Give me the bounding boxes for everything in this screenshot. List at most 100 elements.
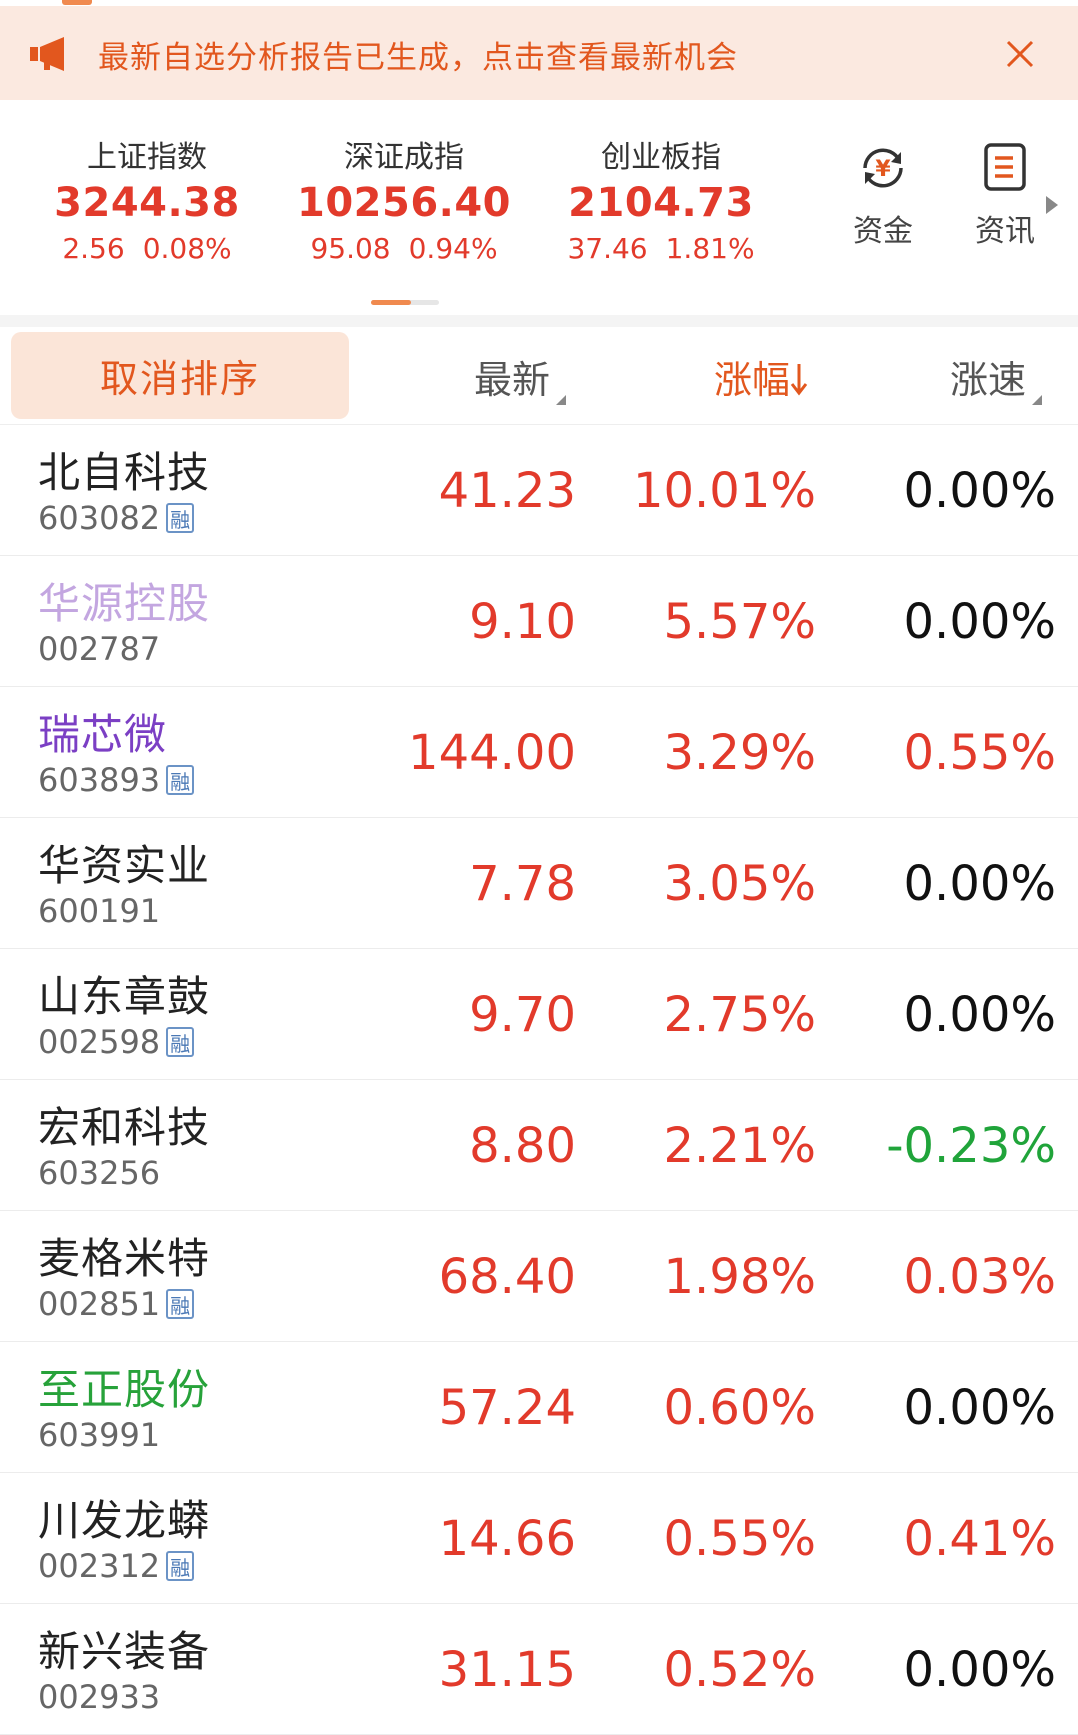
index-page-indicator — [371, 300, 439, 305]
speed-percent: 0.00% — [903, 987, 1056, 1043]
change-percent: 0.55% — [663, 1511, 816, 1567]
arrow-down-icon — [790, 364, 808, 396]
latest-price: 57.24 — [438, 1380, 576, 1436]
table-row[interactable]: 川发龙蟒 002312 融 14.66 0.55% 0.41% — [0, 1473, 1078, 1604]
column-change[interactable]: 涨幅 — [714, 349, 808, 404]
funds-shortcut[interactable]: ¥ 资金 — [838, 140, 928, 250]
index-value: 3244.38 — [54, 180, 240, 226]
stock-name: 北自科技 — [38, 448, 211, 497]
megaphone-icon — [30, 37, 64, 71]
sort-triangle-icon — [556, 395, 567, 405]
column-speed[interactable]: 涨速 — [950, 349, 1043, 405]
latest-price: 144.00 — [408, 725, 576, 781]
table-row[interactable]: 新兴装备 002933 31.15 0.52% 0.00% — [0, 1604, 1078, 1735]
banner-message: 最新自选分析报告已生成，点击查看最新机会 — [98, 40, 738, 76]
index-pct: 0.94% — [408, 232, 498, 265]
stock-name: 瑞芯微 — [38, 710, 168, 759]
section-divider — [0, 315, 1078, 327]
index-name: 深证成指 — [344, 140, 464, 175]
news-label: 资讯 — [975, 214, 1035, 249]
stock-code-line: 603991 — [38, 1416, 160, 1454]
yuan-cycle-icon: ¥ — [863, 148, 903, 188]
margin-trading-badge: 融 — [166, 1551, 195, 1581]
change-percent: 2.21% — [663, 1118, 816, 1174]
stock-name: 麦格米特 — [38, 1234, 211, 1283]
index-pct: 0.08% — [142, 232, 232, 265]
stock-code-line: 603893 融 — [38, 761, 195, 799]
scroll-right-icon[interactable] — [1046, 196, 1058, 214]
speed-percent: 0.00% — [903, 1380, 1056, 1436]
stock-code-line: 603082 融 — [38, 499, 195, 537]
stock-code-line: 002598 融 — [38, 1023, 195, 1061]
stock-name: 华资实业 — [38, 841, 211, 890]
margin-trading-badge: 融 — [166, 503, 195, 533]
index-card-sh[interactable]: 上证指数 3244.38 2.56 0.08% — [27, 132, 267, 265]
index-value: 2104.73 — [568, 180, 754, 226]
table-header: 取消排序 最新 涨幅 涨速 — [0, 327, 1078, 425]
stock-code: 603082 — [38, 499, 161, 537]
stock-code: 603991 — [38, 1416, 161, 1454]
index-name: 上证指数 — [87, 140, 207, 175]
stock-list: 北自科技 603082 融 41.23 10.01% 0.00% 华源控股 002787 9.1… — [0, 425, 1078, 1735]
table-row[interactable]: 宏和科技 603256 8.80 2.21% -0.23% — [0, 1080, 1078, 1211]
table-row[interactable]: 北自科技 603082 融 41.23 10.01% 0.00% — [0, 425, 1078, 556]
stock-code: 002851 — [38, 1285, 161, 1323]
close-icon[interactable] — [1002, 36, 1038, 72]
cancel-sort-button[interactable]: 取消排序 — [11, 332, 349, 419]
stock-name: 新兴装备 — [38, 1627, 211, 1676]
table-row[interactable]: 华源控股 002787 9.10 5.57% 0.00% — [0, 556, 1078, 687]
stock-code-line: 002933 — [38, 1678, 160, 1716]
stock-code: 002598 — [38, 1023, 161, 1061]
top-tab-indicator — [62, 0, 92, 5]
margin-trading-badge: 融 — [166, 765, 195, 795]
stock-code: 002787 — [38, 630, 161, 668]
index-change: 2.56 — [62, 232, 125, 265]
stock-name: 至正股份 — [38, 1365, 211, 1414]
change-percent: 10.01% — [632, 463, 816, 519]
index-value: 10256.40 — [296, 180, 512, 226]
column-latest-label: 最新 — [474, 358, 551, 402]
latest-price: 8.80 — [469, 1118, 576, 1174]
speed-percent: 0.55% — [903, 725, 1056, 781]
change-percent: 3.29% — [663, 725, 816, 781]
table-row[interactable]: 至正股份 603991 57.24 0.60% 0.00% — [0, 1342, 1078, 1473]
change-percent: 0.52% — [663, 1642, 816, 1698]
index-card-cyb[interactable]: 创业板指 2104.73 37.46 1.81% — [541, 132, 781, 265]
table-row[interactable]: 华资实业 600191 7.78 3.05% 0.00% — [0, 818, 1078, 949]
margin-trading-badge: 融 — [166, 1289, 195, 1319]
latest-price: 14.66 — [438, 1511, 576, 1567]
page-indicator-active — [371, 300, 411, 305]
speed-percent: -0.23% — [886, 1118, 1056, 1174]
margin-trading-badge: 融 — [166, 1027, 195, 1057]
index-name: 创业板指 — [601, 140, 721, 175]
stock-name: 川发龙蟒 — [38, 1496, 211, 1545]
stock-code: 002312 — [38, 1547, 161, 1585]
report-banner[interactable]: 最新自选分析报告已生成，点击查看最新机会 — [0, 6, 1078, 100]
stock-name: 山东章鼓 — [38, 972, 211, 1021]
column-latest[interactable]: 最新 — [474, 349, 567, 405]
stock-code: 603893 — [38, 761, 161, 799]
svg-text:¥: ¥ — [875, 157, 891, 182]
stock-code: 603256 — [38, 1154, 161, 1192]
speed-percent: 0.00% — [903, 463, 1056, 519]
column-speed-label: 涨速 — [950, 358, 1027, 402]
table-row[interactable]: 瑞芯微 603893 融 144.00 3.29% 0.55% — [0, 687, 1078, 818]
change-percent: 3.05% — [663, 856, 816, 912]
stock-code-line: 603256 — [38, 1154, 160, 1192]
table-row[interactable]: 山东章鼓 002598 融 9.70 2.75% 0.00% — [0, 949, 1078, 1080]
stock-code: 002933 — [38, 1678, 161, 1716]
index-pct: 1.81% — [665, 232, 755, 265]
table-row[interactable]: 麦格米特 002851 融 68.40 1.98% 0.03% — [0, 1211, 1078, 1342]
index-card-sz[interactable]: 深证成指 10256.40 95.08 0.94% — [284, 132, 524, 265]
latest-price: 7.78 — [469, 856, 576, 912]
stock-code-line: 002787 — [38, 630, 160, 668]
news-document-icon — [984, 143, 1026, 191]
latest-price: 41.23 — [438, 463, 576, 519]
stock-code-line: 002851 融 — [38, 1285, 195, 1323]
latest-price: 9.70 — [469, 987, 576, 1043]
stock-code-line: 600191 — [38, 892, 160, 930]
funds-label: 资金 — [853, 214, 913, 249]
stock-code: 600191 — [38, 892, 161, 930]
news-shortcut[interactable]: 资讯 — [960, 140, 1050, 250]
column-change-label: 涨幅 — [714, 358, 791, 402]
